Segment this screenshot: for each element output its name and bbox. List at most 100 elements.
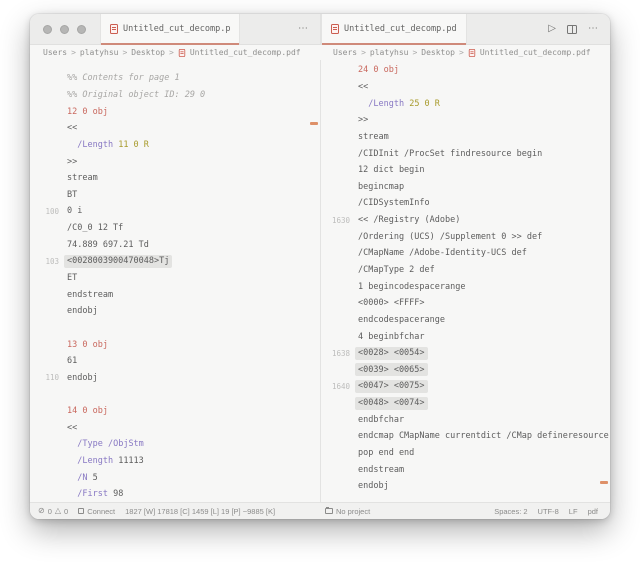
- code-text: 24 0 obj: [358, 65, 399, 75]
- highlighted-code-text: <0048> <0074>: [355, 397, 428, 410]
- code-line[interactable]: %% Contents for page 1: [30, 70, 320, 87]
- code-line[interactable]: 24 0 obj: [321, 62, 610, 79]
- code-line[interactable]: stream: [30, 170, 320, 187]
- indent-indicator[interactable]: Spaces: 2: [494, 507, 527, 516]
- tab-bar: Untitled_cut_decomp.p ⋯ Untitled_cut_dec…: [30, 14, 610, 45]
- code-line[interactable]: /C0_0 12 Tf: [30, 220, 320, 237]
- tab-label: Untitled_cut_decomp.pd: [344, 24, 457, 34]
- code-line[interactable]: 1630<< /Registry (Adobe): [321, 212, 610, 229]
- code-line[interactable]: 74.889 697.21 Td: [30, 236, 320, 253]
- project-indicator[interactable]: No project: [325, 507, 370, 516]
- code-line[interactable]: %% Original object ID: 29 0: [30, 87, 320, 104]
- breadcrumb-file[interactable]: Untitled_cut_decomp.pdf: [190, 48, 301, 57]
- breadcrumb-item[interactable]: Users: [333, 48, 357, 57]
- code-line[interactable]: endbfchar: [321, 411, 610, 428]
- code-line[interactable]: <0039> <0065>: [321, 362, 610, 379]
- code-line[interactable]: 12 0 obj: [30, 103, 320, 120]
- code-line[interactable]: /Ordering (UCS) /Supplement 0 >> def: [321, 228, 610, 245]
- tabbar-spacer: [467, 14, 549, 44]
- code-line[interactable]: pop end end: [321, 445, 610, 462]
- line-number: 100: [30, 207, 67, 216]
- code-line[interactable]: /N 5: [30, 469, 320, 486]
- code-text: ET: [67, 273, 77, 283]
- code-line[interactable]: endcodespacerange: [321, 312, 610, 329]
- code-text: endcmap CMapName currentdict /CMap defin…: [358, 431, 609, 441]
- code-line[interactable]: [30, 320, 320, 337]
- code-line[interactable]: [30, 386, 320, 403]
- code-line[interactable]: 13 0 obj: [30, 336, 320, 353]
- breadcrumb-item[interactable]: Desktop: [421, 48, 455, 57]
- code-line[interactable]: 12 dict begin: [321, 162, 610, 179]
- code-line[interactable]: 14 0 obj: [30, 403, 320, 420]
- code-line[interactable]: 1640<0047> <0075>: [321, 378, 610, 395]
- encoding-indicator[interactable]: UTF-8: [538, 507, 559, 516]
- code-line[interactable]: <0000> <FFFF>: [321, 295, 610, 312]
- split-editor-icon[interactable]: [567, 25, 577, 34]
- breadcrumb-item[interactable]: Users: [43, 48, 67, 57]
- code-line[interactable]: endstream: [321, 461, 610, 478]
- code-line[interactable]: /Type /ObjStm: [30, 436, 320, 453]
- code-line[interactable]: ET: [30, 270, 320, 287]
- code-text: /Ordering (UCS) /Supplement 0 >> def: [358, 232, 542, 242]
- minimize-window-button[interactable]: [60, 25, 69, 34]
- code-line[interactable]: /First 98: [30, 486, 320, 502]
- code-line[interactable]: endobj: [321, 478, 610, 495]
- code-line[interactable]: >>: [30, 153, 320, 170]
- overview-ruler-marker: [310, 122, 318, 125]
- breadcrumb-file[interactable]: Untitled_cut_decomp.pdf: [480, 48, 591, 57]
- tab-left-file[interactable]: Untitled_cut_decomp.p: [100, 14, 240, 44]
- code-line[interactable]: /Length 11 0 R: [30, 137, 320, 154]
- breadcrumb-item[interactable]: platyhsu: [370, 48, 409, 57]
- code-line[interactable]: 110endobj: [30, 370, 320, 387]
- code-text: endbfchar: [358, 415, 404, 425]
- close-window-button[interactable]: [43, 25, 52, 34]
- code-line[interactable]: BT: [30, 186, 320, 203]
- code-line[interactable]: endcmap CMapName currentdict /CMap defin…: [321, 428, 610, 445]
- code-line[interactable]: <<: [321, 79, 610, 96]
- code-text: /C0_0 12 Tf: [67, 223, 123, 233]
- code-line[interactable]: 61: [30, 353, 320, 370]
- code-line[interactable]: /CMapType 2 def: [321, 262, 610, 279]
- code-line[interactable]: >>: [321, 112, 610, 129]
- code-line[interactable]: /Length 25 0 R: [321, 95, 610, 112]
- code-line[interactable]: /CIDSystemInfo: [321, 195, 610, 212]
- code-area[interactable]: 24 0 obj << /Length 25 0 R>>stream/CIDIni…: [321, 60, 610, 495]
- code-line[interactable]: /CIDInit /ProcSet findresource begin: [321, 145, 610, 162]
- code-line[interactable]: begincmap: [321, 178, 610, 195]
- run-preview-icon[interactable]: ▷: [548, 24, 556, 34]
- error-count: 0: [48, 507, 52, 516]
- breadcrumb-separator: >: [169, 48, 174, 57]
- code-line[interactable]: 1 begincodespacerange: [321, 278, 610, 295]
- editor-pane-right[interactable]: 24 0 obj << /Length 25 0 R>>stream/CIDIni…: [320, 60, 610, 502]
- code-line[interactable]: 4 beginbfchar: [321, 328, 610, 345]
- more-actions-icon[interactable]: ⋯: [298, 24, 308, 34]
- word-count-stats[interactable]: 1827 [W] 17818 [C] 1459 [L] 19 [P] ~9885…: [125, 507, 275, 516]
- language-mode-indicator[interactable]: pdf: [588, 507, 598, 516]
- code-line[interactable]: <<: [30, 120, 320, 137]
- zoom-window-button[interactable]: [77, 25, 86, 34]
- code-line[interactable]: <0048> <0074>: [321, 395, 610, 412]
- code-text: /CIDInit /ProcSet findresource begin: [358, 149, 542, 159]
- code-line[interactable]: /CMapName /Adobe-Identity-UCS def: [321, 245, 610, 262]
- breadcrumb-item[interactable]: Desktop: [131, 48, 165, 57]
- code-line[interactable]: /Length 11113: [30, 453, 320, 470]
- status-bar-right: No project Spaces: 2 UTF-8 LF pdf: [320, 507, 610, 516]
- tab-label: Untitled_cut_decomp.p: [123, 24, 230, 34]
- code-line[interactable]: 103<0028003900470048>Tj: [30, 253, 320, 270]
- code-text: endobj: [67, 306, 98, 316]
- more-actions-icon[interactable]: ⋯: [588, 24, 598, 34]
- eol-indicator[interactable]: LF: [569, 507, 578, 516]
- code-line[interactable]: endstream: [30, 286, 320, 303]
- code-line[interactable]: 1000 i: [30, 203, 320, 220]
- code-area[interactable]: %% Contents for page 1%% Original object…: [30, 60, 320, 502]
- error-icon: ⊘: [38, 507, 45, 515]
- problems-indicator[interactable]: ⊘ 0 △ 0: [38, 507, 68, 516]
- editor-pane-left[interactable]: %% Contents for page 1%% Original object…: [30, 60, 320, 502]
- breadcrumb-item[interactable]: platyhsu: [80, 48, 119, 57]
- code-line[interactable]: endobj: [30, 303, 320, 320]
- code-line[interactable]: 1638<0028> <0054>: [321, 345, 610, 362]
- tab-right-file[interactable]: Untitled_cut_decomp.pd: [321, 14, 467, 44]
- code-line[interactable]: <<: [30, 419, 320, 436]
- code-line[interactable]: stream: [321, 129, 610, 146]
- connect-button[interactable]: Connect: [78, 507, 115, 516]
